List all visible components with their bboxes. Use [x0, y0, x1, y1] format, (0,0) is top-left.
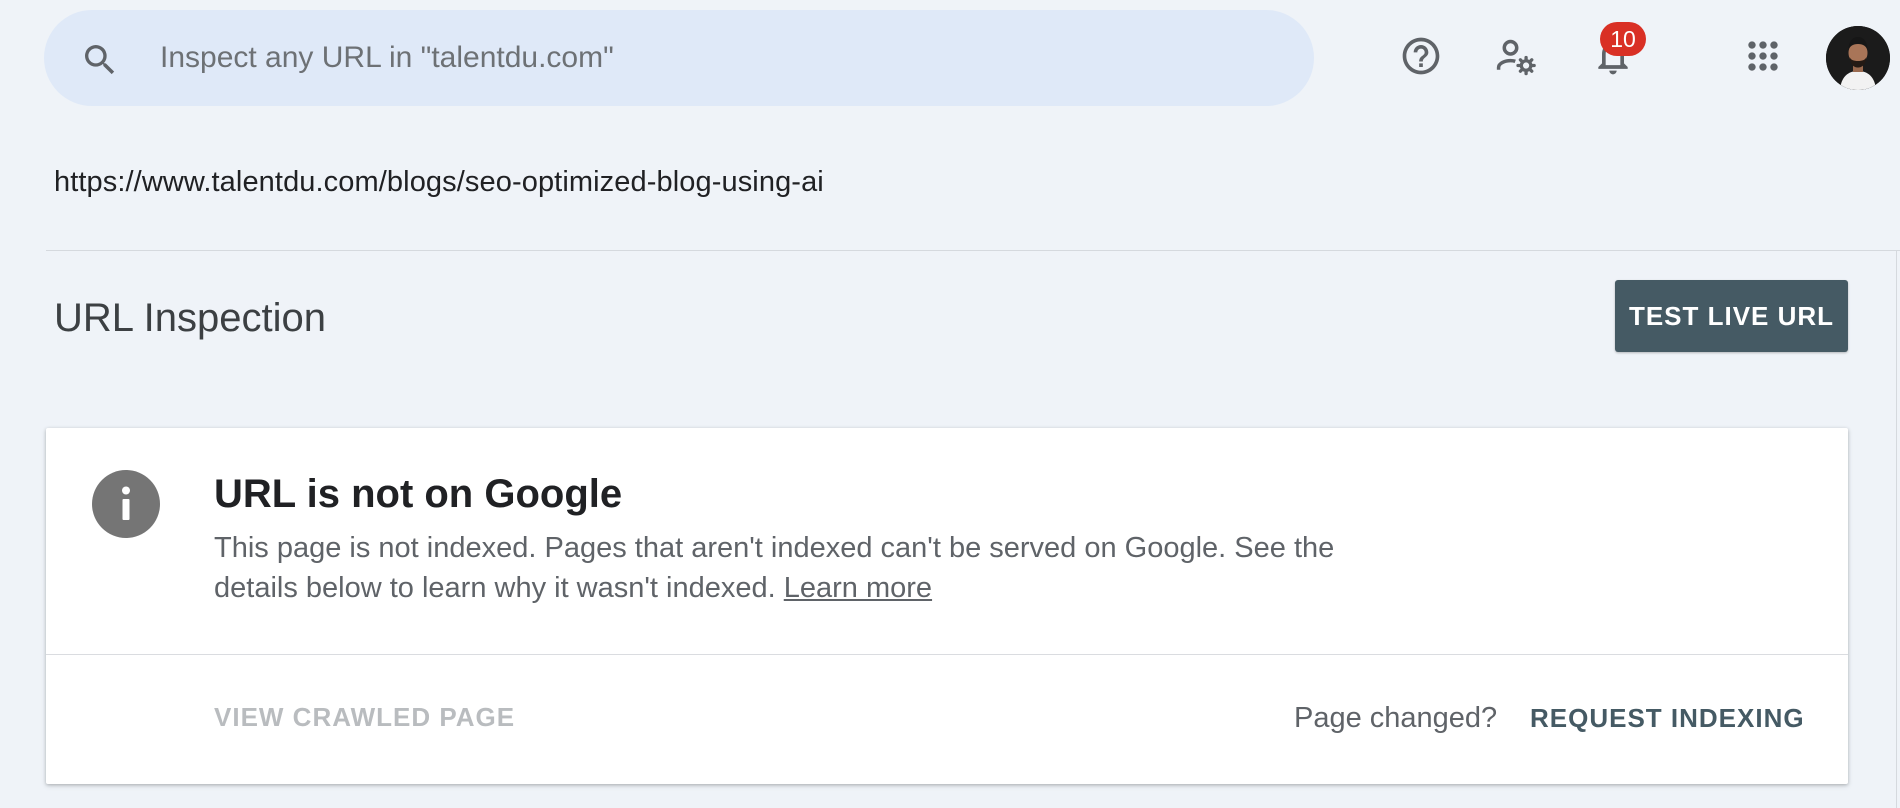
- search-console-page: 10 https://www.talentdu.com/blogs/seo-op…: [0, 0, 1900, 808]
- right-divider: [1896, 250, 1897, 808]
- search-icon[interactable]: [80, 40, 120, 80]
- url-search-bar[interactable]: [44, 10, 1314, 106]
- learn-more-link[interactable]: Learn more: [784, 572, 932, 604]
- page-title: URL Inspection: [54, 296, 326, 340]
- status-description-text: This page is not indexed. Pages that are…: [214, 532, 1335, 604]
- view-crawled-page-button: VIEW CRAWLED PAGE: [214, 702, 516, 732]
- avatar[interactable]: [1826, 26, 1890, 90]
- status-description: This page is not indexed. Pages that are…: [214, 528, 1394, 608]
- status-title: URL is not on Google: [214, 472, 623, 516]
- url-search-input[interactable]: [160, 32, 1280, 84]
- info-icon: [92, 470, 160, 538]
- inspected-url: https://www.talentdu.com/blogs/seo-optim…: [54, 166, 824, 198]
- notification-count-badge: 10: [1600, 22, 1646, 56]
- page-changed-label: Page changed?: [1294, 702, 1498, 734]
- help-icon[interactable]: [1399, 34, 1443, 78]
- header-divider: [46, 250, 1900, 251]
- test-live-url-button[interactable]: TEST LIVE URL: [1615, 280, 1848, 352]
- apps-grid-icon[interactable]: [1741, 34, 1785, 78]
- card-divider: [46, 654, 1848, 655]
- admin-settings-icon[interactable]: [1494, 34, 1538, 78]
- index-status-card: URL is not on Google This page is not in…: [46, 428, 1848, 784]
- request-indexing-button[interactable]: REQUEST INDEXING: [1530, 698, 1805, 738]
